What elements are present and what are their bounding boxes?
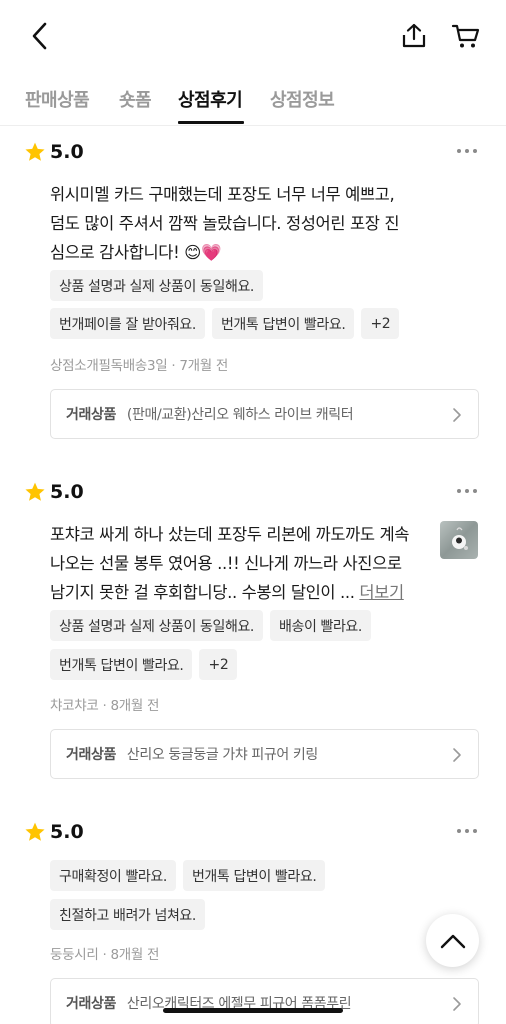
review-tag: 상품 설명과 실제 상품이 동일해요. (50, 610, 263, 641)
back-button[interactable] (22, 18, 58, 54)
share-upload-icon (402, 23, 426, 48)
more-tags-chip[interactable]: +2 (199, 649, 238, 680)
rating-value: 5.0 (50, 141, 84, 163)
tab-shortform[interactable]: 숏폼 (119, 86, 152, 112)
more-tags-chip[interactable]: +2 (361, 308, 400, 339)
review-meta: 상점소개필독배송3일 · 7개월 전 (50, 354, 228, 374)
review-text[interactable]: 포챠코 싸게 하나 샀는데 포장두 리본에 까도까도 계속 나오는 선물 봉투 … (50, 520, 409, 607)
more-options-button[interactable] (452, 139, 482, 163)
review-author[interactable]: 챠코챠코 (50, 698, 99, 714)
review-text-line: 포챠코 싸게 하나 샀는데 포장두 리본에 까도까도 계속 (50, 525, 410, 544)
top-bar (0, 0, 506, 72)
rating-value: 5.0 (50, 481, 84, 503)
review-text-line: 나오는 선물 봉투 였어용 ..!! 신나게 까느라 사진으로 (50, 554, 402, 573)
rating-value: 5.0 (50, 821, 84, 843)
traded-product-link[interactable]: 거래상품 (판매/교환)산리오 웨하스 라이브 캐릭터 (50, 389, 479, 439)
scroll-to-top-button[interactable] (426, 914, 479, 967)
traded-product-link[interactable]: 거래상품 산리오캐릭터즈 에젤무 피규어 폼폼푸린 (50, 978, 479, 1024)
product-label: 거래상품 (66, 996, 116, 1012)
product-label: 거래상품 (66, 407, 116, 423)
review-text-line: 덤도 많이 주셔서 깜짝 놀랐습니다. 정성어린 포장 진 (50, 214, 400, 233)
review-item: 5.0 구매확정이 빨라요. 번개톡 답변이 빨라요. 친절하고 배려가 넘쳐요… (0, 819, 506, 1024)
star-icon (25, 822, 45, 841)
review-item: 5.0 포챠코 싸게 하나 샀는데 포장두 리본에 까도까도 계속 나오는 선물… (0, 479, 506, 789)
product-name: (판매/교환)산리오 웨하스 라이브 캐릭터 (126, 407, 354, 423)
review-tag: 배송이 빨라요. (269, 610, 371, 641)
star-icon (25, 142, 45, 161)
review-tag: 번개톡 답변이 빨라요. (182, 860, 326, 891)
review-tag: 번개톡 답변이 빨라요. (50, 649, 193, 680)
review-tag: 친절하고 배려가 넘쳐요. (50, 899, 205, 930)
home-indicator (163, 1008, 343, 1013)
chevron-right-icon (453, 748, 461, 762)
review-time: 7개월 전 (179, 358, 228, 374)
cart-icon (451, 24, 480, 48)
review-tag: 상품 설명과 실제 상품이 동일해요. (50, 270, 263, 301)
review-tag: 번개페이를 잘 받아줘요. (50, 308, 205, 339)
review-tags: 상품 설명과 실제 상품이 동일해요. 배송이 빨라요. (50, 610, 371, 641)
review-text: 위시미멜 카드 구매했는데 포장도 너무 너무 예쁘고, 덤도 많이 주셔서 깜… (50, 180, 400, 267)
review-author[interactable]: 둥둥시리 (50, 947, 99, 963)
review-tags: 친절하고 배려가 넘쳐요. (50, 899, 205, 930)
review-text-line: 위시미멜 카드 구매했는데 포장도 너무 너무 예쁘고, (50, 185, 395, 204)
review-time: 8개월 전 (110, 698, 160, 714)
review-meta: 둥둥시리 · 8개월 전 (50, 943, 159, 963)
product-name: 산리오 둥글둥글 가챠 피규어 키링 (126, 747, 318, 763)
review-tag: 구매확정이 빨라요. (50, 860, 176, 891)
review-tags: 번개페이를 잘 받아줘요. 번개톡 답변이 빨라요. +2 (50, 308, 400, 339)
star-icon (25, 482, 45, 501)
cart-button[interactable] (448, 18, 484, 54)
review-tags: 상품 설명과 실제 상품이 동일해요. (50, 270, 263, 301)
chevron-right-icon (453, 408, 461, 422)
tab-products[interactable]: 판매상품 (25, 86, 90, 112)
traded-product-link[interactable]: 거래상품 산리오 둥글둥글 가챠 피규어 키링 (50, 729, 479, 779)
rating: 5.0 (24, 819, 84, 845)
rating: 5.0 (24, 139, 84, 165)
chevron-right-icon (453, 997, 461, 1011)
review-author[interactable]: 상점소개필독배송3일 (50, 358, 168, 374)
review-item: 5.0 위시미멜 카드 구매했는데 포장도 너무 너무 예쁘고, 덤도 많이 주… (0, 139, 506, 449)
review-time: 8개월 전 (110, 947, 160, 963)
review-tags: 구매확정이 빨라요. 번개톡 답변이 빨라요. (50, 860, 326, 891)
review-tag: 번개톡 답변이 빨라요. (211, 308, 355, 339)
chevron-up-icon (440, 934, 465, 948)
product-label: 거래상품 (66, 747, 116, 763)
review-text-line: 심으로 감사합니다! 😊💗 (50, 243, 222, 262)
more-options-button[interactable] (452, 479, 482, 503)
rating: 5.0 (24, 479, 84, 505)
review-tags: 번개톡 답변이 빨라요. +2 (50, 649, 238, 680)
store-tabs: 판매상품 숏폼 상점후기 상점정보 (0, 72, 506, 126)
share-button[interactable] (396, 18, 432, 54)
tab-store-info[interactable]: 상점정보 (270, 86, 335, 112)
chevron-left-icon (32, 22, 47, 50)
tab-reviews[interactable]: 상점후기 (178, 86, 243, 112)
review-photo-thumbnail[interactable] (440, 521, 478, 559)
more-options-button[interactable] (452, 819, 482, 843)
keyring-figure-image (452, 527, 468, 550)
active-tab-indicator (178, 121, 244, 124)
review-text-line: 남기지 못한 걸 후회합니당.. 수봉의 달인이 ... 더보기 (50, 583, 404, 602)
review-meta: 챠코챠코 · 8개월 전 (50, 694, 159, 714)
read-more-link[interactable]: 더보기 (359, 583, 404, 602)
